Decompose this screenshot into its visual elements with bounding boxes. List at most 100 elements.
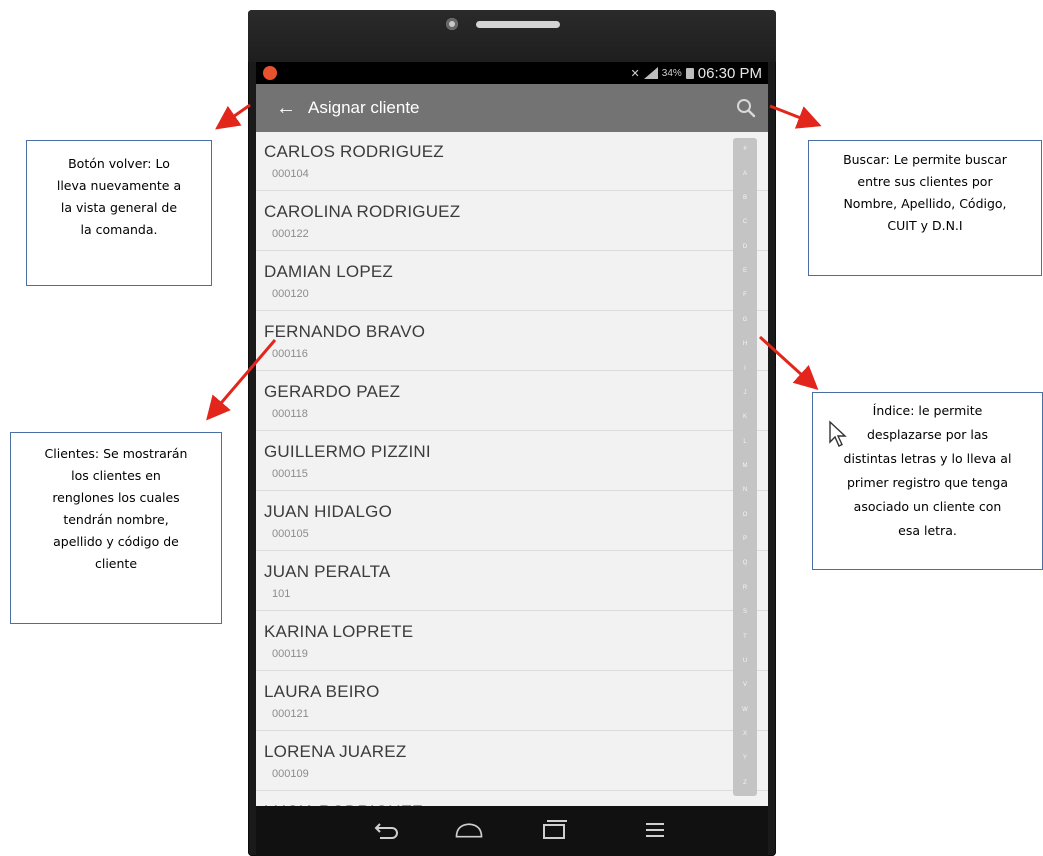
navigation-bar <box>256 806 768 856</box>
signal-icon <box>643 67 658 79</box>
client-row[interactable]: DAMIAN LOPEZ 000120 <box>256 252 768 311</box>
client-code: 000119 <box>272 648 308 660</box>
index-letter[interactable]: C <box>733 219 757 225</box>
note-line: tendrán nombre, <box>63 512 169 527</box>
index-letter[interactable]: T <box>733 634 757 640</box>
index-letter[interactable]: D <box>733 244 757 250</box>
phone-frame: ✕ 34% 06:30 PM ← Asignar cliente CARLOS … <box>248 10 776 856</box>
battery-percent: 34% <box>661 67 682 79</box>
status-bar: ✕ 34% 06:30 PM <box>256 62 768 84</box>
note-line: primer registro que tenga <box>846 475 1009 490</box>
client-row[interactable]: CAROLINA RODRIGUEZ 000122 <box>256 192 768 251</box>
search-icon[interactable] <box>734 96 758 120</box>
client-name: CARLOS RODRIGUEZ <box>264 142 444 161</box>
client-code: 000105 <box>272 528 309 540</box>
index-letter[interactable]: L <box>733 439 757 445</box>
index-letter[interactable]: F <box>733 292 757 298</box>
index-letter[interactable]: P <box>733 536 757 542</box>
index-letter[interactable]: G <box>733 317 757 323</box>
page-title: Asignar cliente <box>308 98 420 117</box>
note-search: Buscar: Le permite buscar entre sus clie… <box>808 140 1042 276</box>
client-row[interactable]: LUCIA RODRIGUEZ <box>256 792 768 806</box>
index-letter[interactable]: R <box>733 585 757 591</box>
recent-apps-icon[interactable] <box>540 818 570 842</box>
client-code: 000122 <box>272 228 309 240</box>
client-name: CAROLINA RODRIGUEZ <box>264 202 461 221</box>
index-letter[interactable]: J <box>733 390 757 396</box>
note-line: esa letra. <box>898 523 957 538</box>
index-letter[interactable]: X <box>733 731 757 737</box>
note-line: CUIT y D.N.I <box>887 218 963 233</box>
index-letter[interactable]: A <box>733 171 757 177</box>
index-letter[interactable]: E <box>733 268 757 274</box>
client-list: CARLOS RODRIGUEZ 000104 CAROLINA RODRIGUEZ… <box>256 132 768 806</box>
client-row[interactable]: KARINA LOPRETE 000119 <box>256 612 768 671</box>
client-code: 101 <box>272 588 291 600</box>
status-indicators: ✕ 34% 06:30 PM <box>631 63 762 83</box>
index-letter[interactable]: H <box>733 341 757 347</box>
index-letter[interactable]: O <box>733 512 757 518</box>
index-letter[interactable]: U <box>733 658 757 664</box>
client-name: JUAN PERALTA <box>264 562 391 581</box>
index-letter[interactable]: B <box>733 195 757 201</box>
client-code: 000109 <box>272 768 309 780</box>
home-nav-icon[interactable] <box>454 818 484 842</box>
note-line: Buscar: Le permite buscar <box>843 152 1007 167</box>
index-letter[interactable]: N <box>733 487 757 493</box>
client-name: KARINA LOPRETE <box>264 622 414 641</box>
status-time: 06:30 PM <box>697 64 762 82</box>
note-line: asociado un cliente con <box>853 499 1002 514</box>
mute-icon: ✕ <box>630 67 640 80</box>
alphabet-index[interactable]: # A B C D E F G H I J K L M N O P Q R S T U V W X Y Z <box>733 138 757 796</box>
arrow-back <box>215 103 251 130</box>
toolbar: ← Asignar cliente <box>256 84 768 132</box>
client-row[interactable]: LORENA JUAREZ 000109 <box>256 732 768 791</box>
client-code: 000104 <box>272 168 309 180</box>
client-code: 000115 <box>272 468 308 480</box>
note-line: los clientes en <box>71 468 161 483</box>
client-row[interactable]: JUAN HIDALGO 000105 <box>256 492 768 551</box>
client-code: 000121 <box>272 708 309 720</box>
client-code: 000118 <box>272 408 308 420</box>
app-notification-icon <box>263 66 277 80</box>
index-letter[interactable]: Z <box>733 780 757 786</box>
note-index: Índice: le permite desplazarse por las d… <box>812 392 1043 570</box>
back-nav-icon[interactable] <box>372 818 402 842</box>
client-name: GUILLERMO PIZZINI <box>264 442 431 461</box>
client-name: LORENA JUAREZ <box>264 742 407 761</box>
menu-icon[interactable] <box>640 818 670 842</box>
battery-icon <box>685 67 694 79</box>
note-line: Clientes: Se mostrarán <box>44 446 188 461</box>
client-name: JUAN HIDALGO <box>264 502 393 521</box>
index-letter[interactable]: I <box>733 366 757 372</box>
client-row[interactable]: FERNANDO BRAVO 000116 <box>256 312 768 371</box>
client-name: FERNANDO BRAVO <box>264 322 426 341</box>
client-row[interactable]: GERARDO PAEZ 000118 <box>256 372 768 431</box>
index-letter[interactable]: K <box>733 414 757 420</box>
index-letter[interactable]: M <box>733 463 757 469</box>
client-row[interactable]: GUILLERMO PIZZINI 000115 <box>256 432 768 491</box>
note-line: la vista general de <box>60 200 178 215</box>
index-letter[interactable]: S <box>733 609 757 615</box>
note-clients: Clientes: Se mostrarán los clientes en r… <box>10 432 222 624</box>
mouse-cursor-icon <box>829 420 847 447</box>
client-code: 000116 <box>272 348 308 360</box>
arrow-search <box>769 104 822 129</box>
note-line: renglones los cuales <box>52 490 180 505</box>
client-row[interactable]: JUAN PERALTA 101 <box>256 552 768 611</box>
client-row[interactable]: CARLOS RODRIGUEZ 000104 <box>256 132 768 191</box>
index-letter[interactable]: W <box>733 707 757 713</box>
arrow-left-icon[interactable]: ← <box>274 96 298 120</box>
index-letter[interactable]: Y <box>733 755 757 761</box>
client-row[interactable]: LAURA BEIRO 000121 <box>256 672 768 731</box>
index-letter[interactable]: # <box>733 146 757 152</box>
note-line: Botón volver: Lo <box>68 156 170 171</box>
screen: ✕ 34% 06:30 PM ← Asignar cliente CARLOS … <box>256 62 768 806</box>
index-letter[interactable]: V <box>733 682 757 688</box>
client-name: DAMIAN LOPEZ <box>264 262 393 281</box>
index-letter[interactable]: Q <box>733 560 757 566</box>
client-name: GERARDO PAEZ <box>264 382 401 401</box>
client-name: LAURA BEIRO <box>264 682 380 701</box>
speaker-grille <box>476 21 560 28</box>
note-line: Nombre, Apellido, Código, <box>843 196 1007 211</box>
